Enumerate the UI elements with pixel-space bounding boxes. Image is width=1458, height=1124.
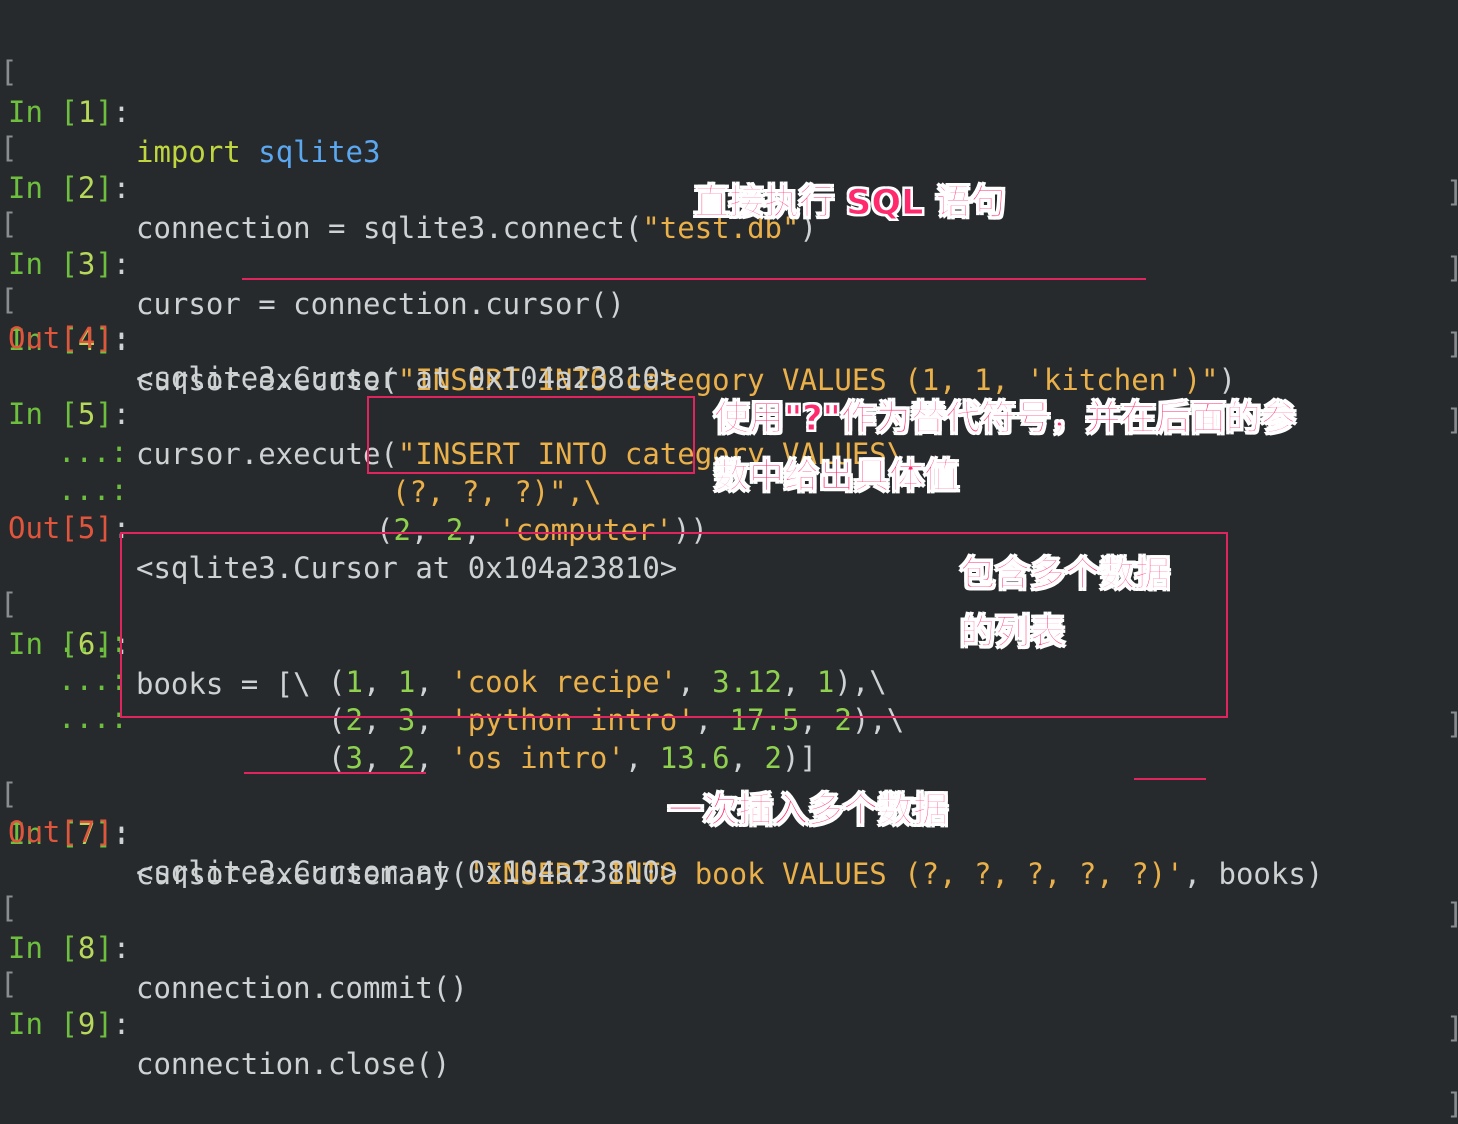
- underline-execute: [242, 278, 1146, 280]
- cell-5[interactable]: In [5]: cursor.execute("INSERT INTO cate…: [0, 354, 1458, 471]
- note-list-line1: 包含多个数据: [959, 555, 1171, 596]
- cell-bracket: [: [0, 55, 18, 89]
- note-direct-sql: 直接执行 SQL 语句: [694, 183, 1007, 224]
- cell-8[interactable]: [ In [8]: connection.commit() ]: [0, 848, 1458, 1045]
- cell-1[interactable]: [ In [1]: import sqlite3 ]: [0, 12, 1458, 209]
- note-insert-many: 一次插入多个数据: [667, 791, 949, 832]
- cell-4[interactable]: [ In [4]: cursor.execute("INSERT INTO ca…: [0, 240, 1458, 437]
- underline-books: [1134, 778, 1206, 780]
- cell-7[interactable]: [ In [7]: cursor.executemany('INSERT INT…: [0, 734, 1458, 931]
- code-line[interactable]: connection.commit(): [136, 968, 468, 1008]
- note-list-line2: 的列表: [959, 613, 1066, 654]
- cell-9[interactable]: [ In [9]: connection.close() ]: [0, 924, 1458, 1121]
- code-line[interactable]: connection.close(): [136, 1044, 450, 1084]
- underline-executemany: [244, 772, 426, 774]
- output-4: Out[4]: <sqlite3.Cursor at 0x104a23810>: [8, 321, 678, 395]
- cell-2[interactable]: [ In [2]: connection = sqlite3.connect("…: [0, 88, 1458, 285]
- placeholder-box: [367, 396, 695, 474]
- note-placeholder-line1: 使用"?"作为替代符号，并在后面的参: [714, 399, 1297, 440]
- note-placeholder-line2: 数中给出具体值: [713, 457, 960, 498]
- in-prompt: In [9]:: [8, 1007, 131, 1041]
